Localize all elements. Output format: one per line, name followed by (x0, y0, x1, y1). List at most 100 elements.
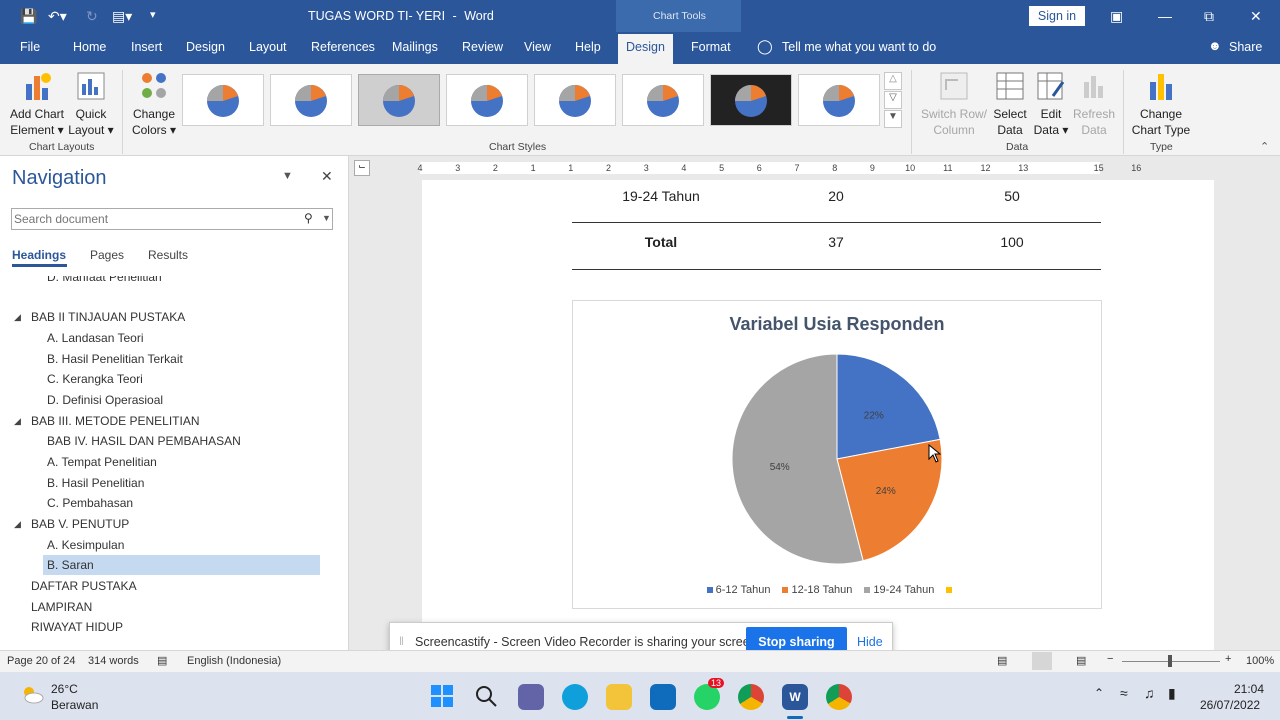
search-document-input[interactable] (14, 211, 294, 227)
file-explorer-icon[interactable] (606, 684, 632, 710)
heading-item[interactable]: DAFTAR PUSTAKA (31, 579, 137, 593)
nav-tab-headings[interactable]: Headings (12, 248, 66, 262)
tab-help[interactable]: Help (575, 40, 601, 54)
close-window-icon[interactable]: ✕ (1250, 8, 1262, 25)
tab-design[interactable]: Design (186, 40, 225, 54)
wifi-icon[interactable]: ≈ (1120, 685, 1128, 701)
heading-item[interactable]: RIWAYAT HIDUP (31, 620, 123, 634)
heading-item[interactable]: LAMPIRAN (31, 600, 92, 614)
clock-time[interactable]: 21:04 (1234, 682, 1264, 696)
heading-item[interactable]: BAB V. PENUTUP (31, 517, 129, 531)
heading-item[interactable]: A. Kesimpulan (47, 538, 124, 552)
heading-item[interactable]: D. Definisi Operasioal (47, 393, 163, 407)
heading-item[interactable]: B. Hasil Penelitian Terkait (47, 352, 183, 366)
undo-icon[interactable]: ↶▾ (48, 8, 67, 25)
gallery-up-icon[interactable]: △ (884, 72, 902, 90)
web-layout-icon[interactable]: ▤ (1076, 654, 1086, 667)
legend-item[interactable] (946, 584, 955, 596)
zoom-slider-thumb[interactable] (1168, 655, 1172, 667)
tab-format[interactable]: Format (691, 40, 731, 54)
hide-button[interactable]: Hide (857, 635, 883, 649)
chrome-icon[interactable] (738, 684, 764, 710)
chart-style-thumbnail[interactable] (534, 74, 616, 126)
legend-item[interactable]: 19-24 Tahun (864, 584, 934, 596)
page-count[interactable]: Page 20 of 24 (7, 655, 76, 667)
minimize-icon[interactable]: — (1158, 8, 1172, 24)
tab-view[interactable]: View (524, 40, 551, 54)
tab-layout[interactable]: Layout (249, 40, 287, 54)
change-chart-type-button[interactable]: Change Chart Type (1128, 70, 1194, 138)
zoom-in-icon[interactable]: + (1225, 653, 1231, 665)
chart-style-thumbnail[interactable] (622, 74, 704, 126)
heading-item[interactable]: C. Pembahasan (47, 496, 133, 510)
quick-layout-button[interactable]: Quick Layout ▾ (68, 70, 114, 138)
search-options-icon[interactable]: ▼ (322, 213, 331, 223)
mail-icon[interactable] (650, 684, 676, 710)
weather-temp[interactable]: 26°C (51, 682, 78, 696)
collapse-triangle-icon[interactable]: ◢ (14, 519, 21, 530)
heading-item[interactable]: BAB II TINJAUAN PUSTAKA (31, 310, 185, 324)
search-taskbar-icon[interactable] (474, 684, 498, 708)
legend-item[interactable]: 6-12 Tahun (706, 584, 770, 596)
add-chart-element-button[interactable]: Add Chart Element ▾ (6, 70, 68, 138)
tab-home[interactable]: Home (73, 40, 106, 54)
nav-tab-results[interactable]: Results (148, 248, 188, 262)
save-icon[interactable]: 💾 (20, 8, 37, 25)
nav-close-icon[interactable]: ✕ (321, 168, 333, 185)
heading-item[interactable]: A. Landasan Teori (47, 331, 144, 345)
edge-icon[interactable] (562, 684, 588, 710)
volume-icon[interactable]: ♫ (1144, 685, 1155, 701)
collapse-ribbon-icon[interactable]: ⌃ (1260, 140, 1269, 153)
ribbon-display-options-icon[interactable]: ▣ (1110, 8, 1123, 25)
switch-row-column-button[interactable]: Switch Row/ Column (918, 70, 990, 138)
tab-references[interactable]: References (311, 40, 375, 54)
tab-chart-design[interactable]: Design (618, 34, 673, 64)
tab-insert[interactable]: Insert (131, 40, 162, 54)
start-icon[interactable] (430, 684, 454, 708)
heading-item[interactable]: BAB IV. HASIL DAN PEMBAHASAN (47, 434, 241, 448)
tell-me-search[interactable]: Tell me what you want to do (782, 40, 936, 54)
chart-style-thumbnail[interactable] (358, 74, 440, 126)
word-taskbar-icon[interactable]: W (782, 684, 808, 710)
heading-item[interactable]: A. Tempat Penelitian (47, 455, 157, 469)
print-layout-icon[interactable] (1032, 652, 1052, 670)
select-data-button[interactable]: Select Data (990, 70, 1030, 138)
pie-chart[interactable]: 22% 24% 54% (573, 301, 1101, 608)
drag-handle-icon[interactable]: ‖ (399, 634, 404, 648)
tab-mailings[interactable]: Mailings (392, 40, 438, 54)
chart-legend[interactable]: 6-12 Tahun 12-18 Tahun 19-24 Tahun (573, 584, 1101, 596)
collapse-triangle-icon[interactable]: ◢ (14, 416, 21, 427)
heading-item[interactable]: BAB III. METODE PENELITIAN (31, 414, 200, 428)
weather-desc[interactable]: Berawan (51, 698, 98, 712)
chart-style-thumbnail[interactable] (710, 74, 792, 126)
language-indicator[interactable]: English (Indonesia) (187, 655, 281, 667)
edit-data-button[interactable]: Edit Data ▾ (1032, 70, 1070, 138)
sign-in-button[interactable]: Sign in (1029, 6, 1085, 26)
restore-icon[interactable]: ⧉ (1204, 8, 1214, 25)
heading-item[interactable]: C. Kerangka Teori (47, 372, 143, 386)
legend-item[interactable]: 12-18 Tahun (782, 584, 852, 596)
nav-tab-pages[interactable]: Pages (90, 248, 124, 262)
customize-qat-icon[interactable]: ▾ (150, 8, 156, 21)
chart-area[interactable]: Variabel Usia Responden 22% 24% 54% 6-12 T… (572, 300, 1102, 609)
heading-item-selected[interactable]: B. Saran (47, 558, 94, 572)
battery-icon[interactable]: ▮ (1168, 685, 1176, 702)
chart-style-thumbnail[interactable] (446, 74, 528, 126)
chart-style-thumbnail[interactable] (182, 74, 264, 126)
redo-icon[interactable]: ↻ (86, 8, 98, 25)
tray-chevron-icon[interactable]: ⌃ (1094, 686, 1104, 700)
clock-date[interactable]: 26/07/2022 (1200, 698, 1260, 712)
word-count[interactable]: 314 words (88, 655, 139, 667)
gallery-down-icon[interactable]: ▽ (884, 91, 902, 109)
tab-review[interactable]: Review (462, 40, 503, 54)
collapse-triangle-icon[interactable]: ◢ (14, 312, 21, 323)
read-mode-icon[interactable]: ▤ (997, 654, 1007, 667)
proofing-icon[interactable]: ▤ (157, 654, 167, 667)
refresh-data-button[interactable]: Refresh Data (1072, 70, 1116, 138)
tab-file[interactable]: File (20, 40, 40, 54)
change-colors-button[interactable]: Change Colors ▾ (128, 70, 180, 138)
heading-item[interactable]: B. Hasil Penelitian (47, 476, 144, 490)
heading-item[interactable]: D. Manfaat Penelitian (47, 276, 162, 284)
chart-style-thumbnail[interactable] (798, 74, 880, 126)
chrome-profile-icon[interactable] (826, 684, 852, 710)
